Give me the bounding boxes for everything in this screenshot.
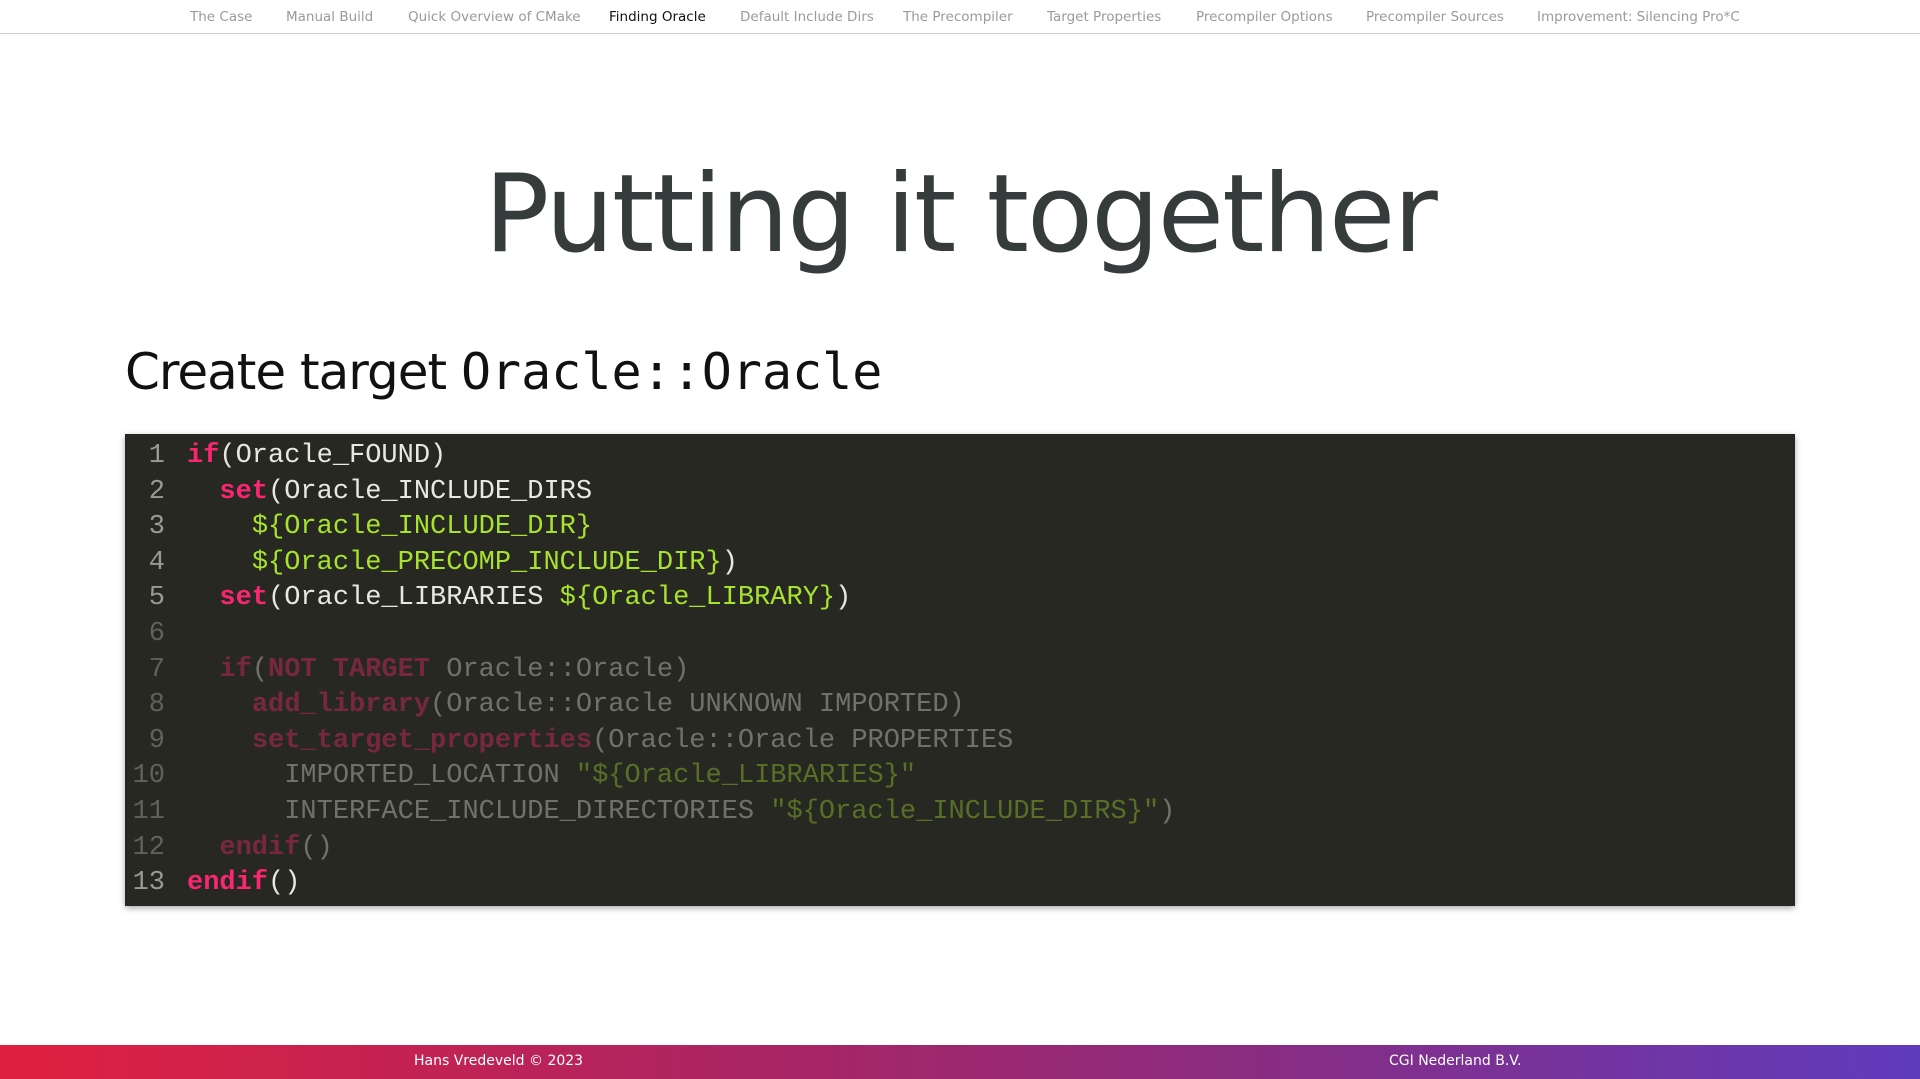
- top-navigation: The Case Manual Build Quick Overview of …: [0, 0, 1920, 34]
- nav-item-target-properties[interactable]: Target Properties: [1047, 9, 1161, 25]
- code-token: Oracle::Oracle): [430, 654, 690, 685]
- code-line: 2 set(Oracle_INCLUDE_DIRS: [125, 475, 1795, 511]
- code-token: set: [219, 476, 269, 507]
- code-line: 10 IMPORTED_LOCATION "${Oracle_LIBRARIES…: [125, 759, 1795, 795]
- code-source: set(Oracle_INCLUDE_DIRS: [187, 477, 592, 507]
- subtitle-text: Create target: [125, 343, 461, 401]
- code-source: endif(): [187, 832, 333, 863]
- slide-subtitle: Create target Oracle::Oracle: [125, 340, 882, 404]
- code-token: add_library: [251, 690, 431, 721]
- code-line: 7 if(NOT TARGET Oracle::Oracle): [125, 653, 1795, 689]
- line-number: 5: [148, 583, 165, 614]
- code-token: ): [1159, 796, 1176, 827]
- code-token: NOT TARGET: [268, 654, 431, 685]
- code-token: (): [300, 832, 333, 863]
- code-source: add_library(Oracle::Oracle UNKNOWN IMPOR…: [187, 690, 965, 720]
- code-token: (Oracle::Oracle PROPERTIES: [592, 725, 1014, 756]
- code-token: ): [835, 583, 852, 614]
- code-token: set_target_properties: [251, 725, 593, 756]
- code-line: 6: [125, 617, 1795, 653]
- code-line: 1 if(Oracle_FOUND): [125, 439, 1795, 475]
- code-token: endif: [219, 832, 301, 863]
- code-source: if(NOT TARGET Oracle::Oracle): [187, 655, 689, 685]
- code-token: (Oracle_FOUND): [219, 441, 447, 471]
- line-number: 1: [148, 441, 165, 471]
- line-number: 2: [148, 476, 165, 507]
- code-source: set(Oracle_LIBRARIES ${Oracle_LIBRARY}): [187, 583, 851, 613]
- code-block: 1 if(Oracle_FOUND) 2 set(Oracle_INCLUDE_DI…: [125, 434, 1795, 906]
- code-line: 3 ${Oracle_INCLUDE_DIR}: [125, 510, 1795, 546]
- line-number: 12: [132, 832, 165, 863]
- line-number: 9: [148, 725, 165, 756]
- code-token: (Oracle_LIBRARIES: [268, 583, 560, 614]
- code-token: (Oracle::Oracle UNKNOWN IMPORTED): [430, 690, 965, 721]
- code-line: 8 add_library(Oracle::Oracle UNKNOWN IMP…: [125, 688, 1795, 724]
- code-token: if: [187, 441, 220, 471]
- code-source: endif(): [187, 868, 300, 898]
- code-source: INTERFACE_INCLUDE_DIRECTORIES "${Oracle_…: [187, 797, 1175, 827]
- code-source: ${Oracle_INCLUDE_DIR}: [187, 512, 592, 542]
- code-token: ${Oracle_PRECOMP_INCLUDE_DIR}: [251, 547, 722, 578]
- code-line: 11 INTERFACE_INCLUDE_DIRECTORIES "${Orac…: [125, 795, 1795, 831]
- footer-author: Hans Vredeveld © 2023: [414, 1053, 584, 1069]
- code-token: ): [721, 547, 738, 578]
- code-line: 12 endif(): [125, 831, 1795, 867]
- nav-item-precompiler-options[interactable]: Precompiler Options: [1196, 9, 1333, 25]
- line-number: 3: [148, 512, 165, 543]
- line-number: 10: [132, 761, 165, 792]
- code-token: (: [251, 654, 269, 685]
- nav-item-quick-overview-of-cmake[interactable]: Quick Overview of CMake: [408, 9, 581, 25]
- code-token: IMPORTED_LOCATION: [187, 761, 576, 792]
- nav-item-precompiler-sources[interactable]: Precompiler Sources: [1366, 9, 1504, 25]
- nav-item-manual-build[interactable]: Manual Build: [286, 9, 373, 25]
- footer-company: CGI Nederland B.V.: [1389, 1053, 1522, 1069]
- line-number: 6: [148, 618, 165, 649]
- line-number: 7: [148, 654, 165, 685]
- line-number: 8: [148, 690, 165, 721]
- code-source: if(Oracle_FOUND): [187, 441, 446, 471]
- code-source: set_target_properties(Oracle::Oracle PRO…: [187, 725, 1014, 756]
- footer-bar: Hans Vredeveld © 2023 CGI Nederland B.V.: [0, 1045, 1920, 1079]
- code-token: set: [219, 583, 269, 614]
- code-token: endif: [187, 868, 269, 899]
- nav-item-finding-oracle[interactable]: Finding Oracle: [609, 9, 706, 25]
- code-line: 4 ${Oracle_PRECOMP_INCLUDE_DIR}): [125, 546, 1795, 582]
- code-line: 9 set_target_properties(Oracle::Oracle P…: [125, 724, 1795, 760]
- code-token: "${Oracle_LIBRARIES}": [575, 761, 917, 792]
- code-token: (): [268, 868, 301, 899]
- code-source: IMPORTED_LOCATION "${Oracle_LIBRARIES}": [187, 761, 916, 791]
- nav-item-the-precompiler[interactable]: The Precompiler: [903, 9, 1013, 25]
- slide-title: Putting it together: [484, 152, 1437, 277]
- line-number: 13: [132, 868, 165, 899]
- code-token: INTERFACE_INCLUDE_DIRECTORIES: [187, 796, 771, 827]
- line-number: 11: [132, 796, 165, 827]
- subtitle-code: Oracle::Oracle: [460, 343, 883, 401]
- code-token: ${Oracle_INCLUDE_DIR}: [251, 512, 593, 543]
- code-token: ${Oracle_LIBRARY}: [559, 583, 836, 614]
- code-line: 13 endif(): [125, 866, 1795, 902]
- nav-item-improvement-silencing-proc[interactable]: Improvement: Silencing Pro*C: [1537, 9, 1740, 25]
- code-token: (Oracle_INCLUDE_DIRS: [268, 476, 593, 507]
- code-token: "${Oracle_INCLUDE_DIRS}": [770, 796, 1160, 827]
- line-number: 4: [148, 547, 165, 578]
- code-source: ${Oracle_PRECOMP_INCLUDE_DIR}): [187, 548, 738, 578]
- nav-item-the-case[interactable]: The Case: [190, 9, 252, 25]
- nav-item-default-include-dirs[interactable]: Default Include Dirs: [740, 9, 874, 25]
- code-line: 5 set(Oracle_LIBRARIES ${Oracle_LIBRARY}…: [125, 581, 1795, 617]
- code-token: if: [219, 654, 252, 685]
